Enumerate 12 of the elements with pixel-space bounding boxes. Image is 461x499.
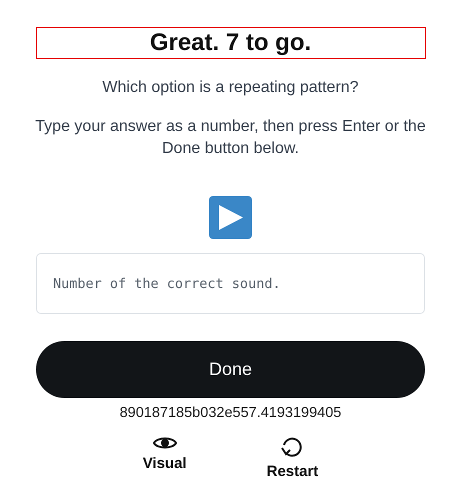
visual-button[interactable]: Visual (142, 435, 187, 480)
play-button[interactable] (209, 196, 252, 239)
session-id: 890187185b032e557.4193199405 (120, 405, 342, 421)
eye-icon (152, 435, 177, 451)
restart-icon (280, 435, 304, 459)
answer-field[interactable]: Number of the correct sound. (36, 253, 425, 314)
instructions-text: Type your answer as a number, then press Enter or the Done button below. (34, 117, 427, 159)
question-text: Which option is a repeating pattern? (102, 79, 359, 97)
done-button[interactable]: Done (36, 341, 425, 398)
play-icon (218, 204, 244, 231)
restart-button[interactable]: Restart (266, 435, 318, 480)
heading: Great. 7 to go. (36, 27, 426, 59)
